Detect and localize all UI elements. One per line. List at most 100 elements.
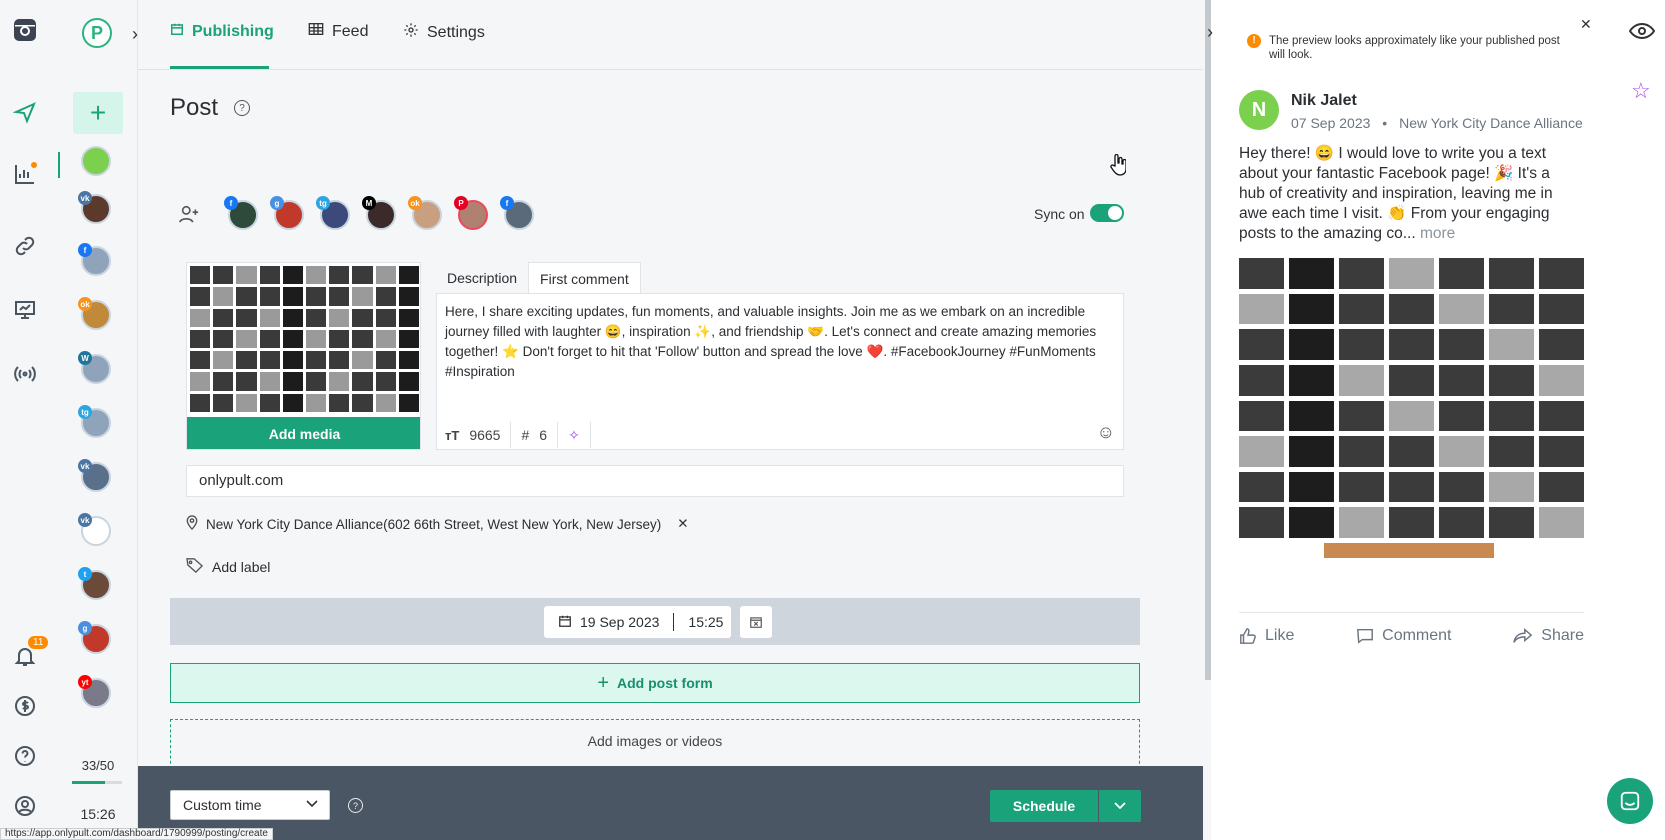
schedule-date: 19 Sep 2023: [580, 614, 660, 630]
close-icon[interactable]: ✕: [1580, 16, 1592, 33]
link-field[interactable]: onlypult.com: [186, 465, 1124, 497]
add-account-button[interactable]: +: [73, 92, 123, 134]
date-time-picker[interactable]: 19 Sep 2023 15:25: [544, 606, 731, 638]
ai-sparkle-icon[interactable]: ✧: [568, 427, 580, 444]
comment-button[interactable]: Comment: [1356, 627, 1452, 645]
account-avatar[interactable]: tg: [78, 405, 111, 438]
account-avatar[interactable]: vk: [78, 513, 111, 546]
account-avatar[interactable]: t: [78, 567, 111, 600]
more-link[interactable]: more: [1420, 225, 1455, 242]
help-icon[interactable]: [11, 742, 39, 770]
add-label-button[interactable]: Add label: [186, 557, 270, 576]
profile-avatar[interactable]: g: [270, 196, 304, 230]
location-pin-icon: [186, 515, 198, 533]
text-size-icon: тT: [445, 427, 460, 443]
eye-icon[interactable]: [1628, 22, 1656, 43]
instagram-icon[interactable]: [11, 16, 39, 44]
account-avatar[interactable]: W: [78, 351, 111, 384]
tab-settings[interactable]: Settings: [403, 22, 485, 43]
sync-toggle[interactable]: [1090, 204, 1124, 222]
profile-avatar[interactable]: f: [224, 196, 258, 230]
sync-label: Sync on: [1034, 206, 1085, 222]
chevron-right-icon[interactable]: ›: [1207, 22, 1213, 43]
schedule-options-button[interactable]: [1099, 790, 1141, 822]
help-icon[interactable]: ?: [234, 100, 250, 116]
status-url: https://app.onlypult.com/dashboard/17909…: [0, 828, 273, 840]
main-area: › Publishing Feed Settings Post ? f g tg…: [132, 0, 1203, 840]
account-avatar[interactable]: vk: [78, 191, 111, 224]
avatar: N: [1239, 90, 1279, 130]
schedule-time: 15:25: [688, 614, 724, 630]
share-button[interactable]: Share: [1513, 627, 1584, 645]
current-time: 15:26: [80, 806, 116, 822]
send-icon[interactable]: [11, 98, 39, 126]
account-avatar[interactable]: g: [78, 621, 111, 654]
add-user-icon[interactable]: [178, 204, 200, 227]
link-icon[interactable]: [11, 232, 39, 260]
chevron-down-icon: [305, 796, 319, 813]
remove-location-icon[interactable]: ✕: [677, 516, 688, 532]
preview-author-name: Nik Jalet: [1291, 92, 1357, 109]
add-media-button[interactable]: Add media: [187, 417, 420, 449]
preview-image: [1239, 258, 1584, 593]
description-editor[interactable]: Here, I share exciting updates, fun mome…: [436, 293, 1124, 450]
location-row: New York City Dance Alliance(602 66th St…: [186, 515, 689, 533]
profile-icon[interactable]: [11, 792, 39, 820]
chevron-right-icon[interactable]: ›: [132, 24, 138, 45]
calendar-icon: [558, 614, 572, 631]
media-thumbnail[interactable]: Add media: [186, 262, 421, 450]
profile-avatar[interactable]: M: [362, 196, 396, 230]
calendar-icon: [170, 22, 184, 41]
accounts-counter: 33/50: [81, 758, 115, 773]
account-avatar[interactable]: yt: [78, 675, 111, 708]
preview-panel: › ! The preview looks approximately like…: [1207, 0, 1665, 840]
add-post-form-button[interactable]: + Add post form: [170, 663, 1140, 703]
monitor-icon[interactable]: [11, 296, 39, 324]
workspace-logo[interactable]: P: [82, 18, 112, 48]
account-avatar[interactable]: ok: [78, 297, 111, 330]
grid-icon: [308, 22, 324, 41]
emoji-icon[interactable]: ☺: [1097, 422, 1115, 443]
chat-support-button[interactable]: [1607, 778, 1653, 824]
schedule-button[interactable]: Schedule: [990, 790, 1098, 822]
editor-toolbar: тT 9665 # 6 ✧: [445, 422, 591, 448]
sparkle-icon[interactable]: ☆: [1631, 78, 1651, 104]
hashtag-count: 6: [539, 427, 548, 443]
billing-icon[interactable]: [11, 692, 39, 720]
tab-feed[interactable]: Feed: [308, 22, 368, 41]
tab-publishing[interactable]: Publishing: [170, 22, 274, 41]
tag-icon: [186, 557, 204, 576]
profile-avatar[interactable]: ok: [408, 196, 442, 230]
bench-shape: [1324, 543, 1494, 558]
preview-meta: 07 Sep 2023 • New York City Dance Allian…: [1291, 115, 1583, 131]
location-text: New York City Dance Alliance(602 66th St…: [206, 516, 662, 532]
custom-time-select[interactable]: Custom time: [170, 790, 330, 820]
accounts-column: P + vk f ok W tg vk vk t g yt 33/50 15:2…: [58, 0, 138, 840]
analytics-icon[interactable]: [11, 160, 39, 188]
description-text[interactable]: Here, I share exciting updates, fun mome…: [445, 302, 1115, 382]
preview-text: Hey there! 😄 I would love to write you a…: [1239, 145, 1553, 242]
account-avatar[interactable]: f: [78, 243, 111, 276]
broadcast-icon[interactable]: [11, 360, 39, 388]
like-button[interactable]: Like: [1239, 627, 1294, 645]
profile-avatar[interactable]: P: [454, 196, 488, 230]
tab-description[interactable]: Description: [436, 262, 528, 294]
gear-icon: [403, 22, 419, 43]
profile-avatar[interactable]: f: [500, 196, 534, 230]
add-images-dropzone[interactable]: Add images or videos: [170, 719, 1140, 769]
warning-icon: !: [1247, 34, 1261, 48]
account-avatar[interactable]: vk: [78, 459, 111, 492]
description-tabs: Description First comment: [436, 262, 641, 294]
account-avatar[interactable]: [81, 146, 111, 176]
help-icon[interactable]: ?: [348, 798, 363, 813]
char-count: 9665: [469, 427, 501, 443]
tab-first-comment[interactable]: First comment: [528, 262, 641, 294]
profile-avatar[interactable]: tg: [316, 196, 350, 230]
bottom-action-bar: Custom time ? Schedule: [138, 766, 1203, 840]
chevron-down-icon: [1113, 798, 1127, 815]
left-icon-rail: 11: [0, 0, 50, 840]
clear-date-icon[interactable]: [740, 606, 772, 638]
media-image: [187, 263, 420, 415]
preview-actions: Like Comment Share: [1239, 612, 1584, 645]
plus-icon: +: [597, 671, 610, 694]
